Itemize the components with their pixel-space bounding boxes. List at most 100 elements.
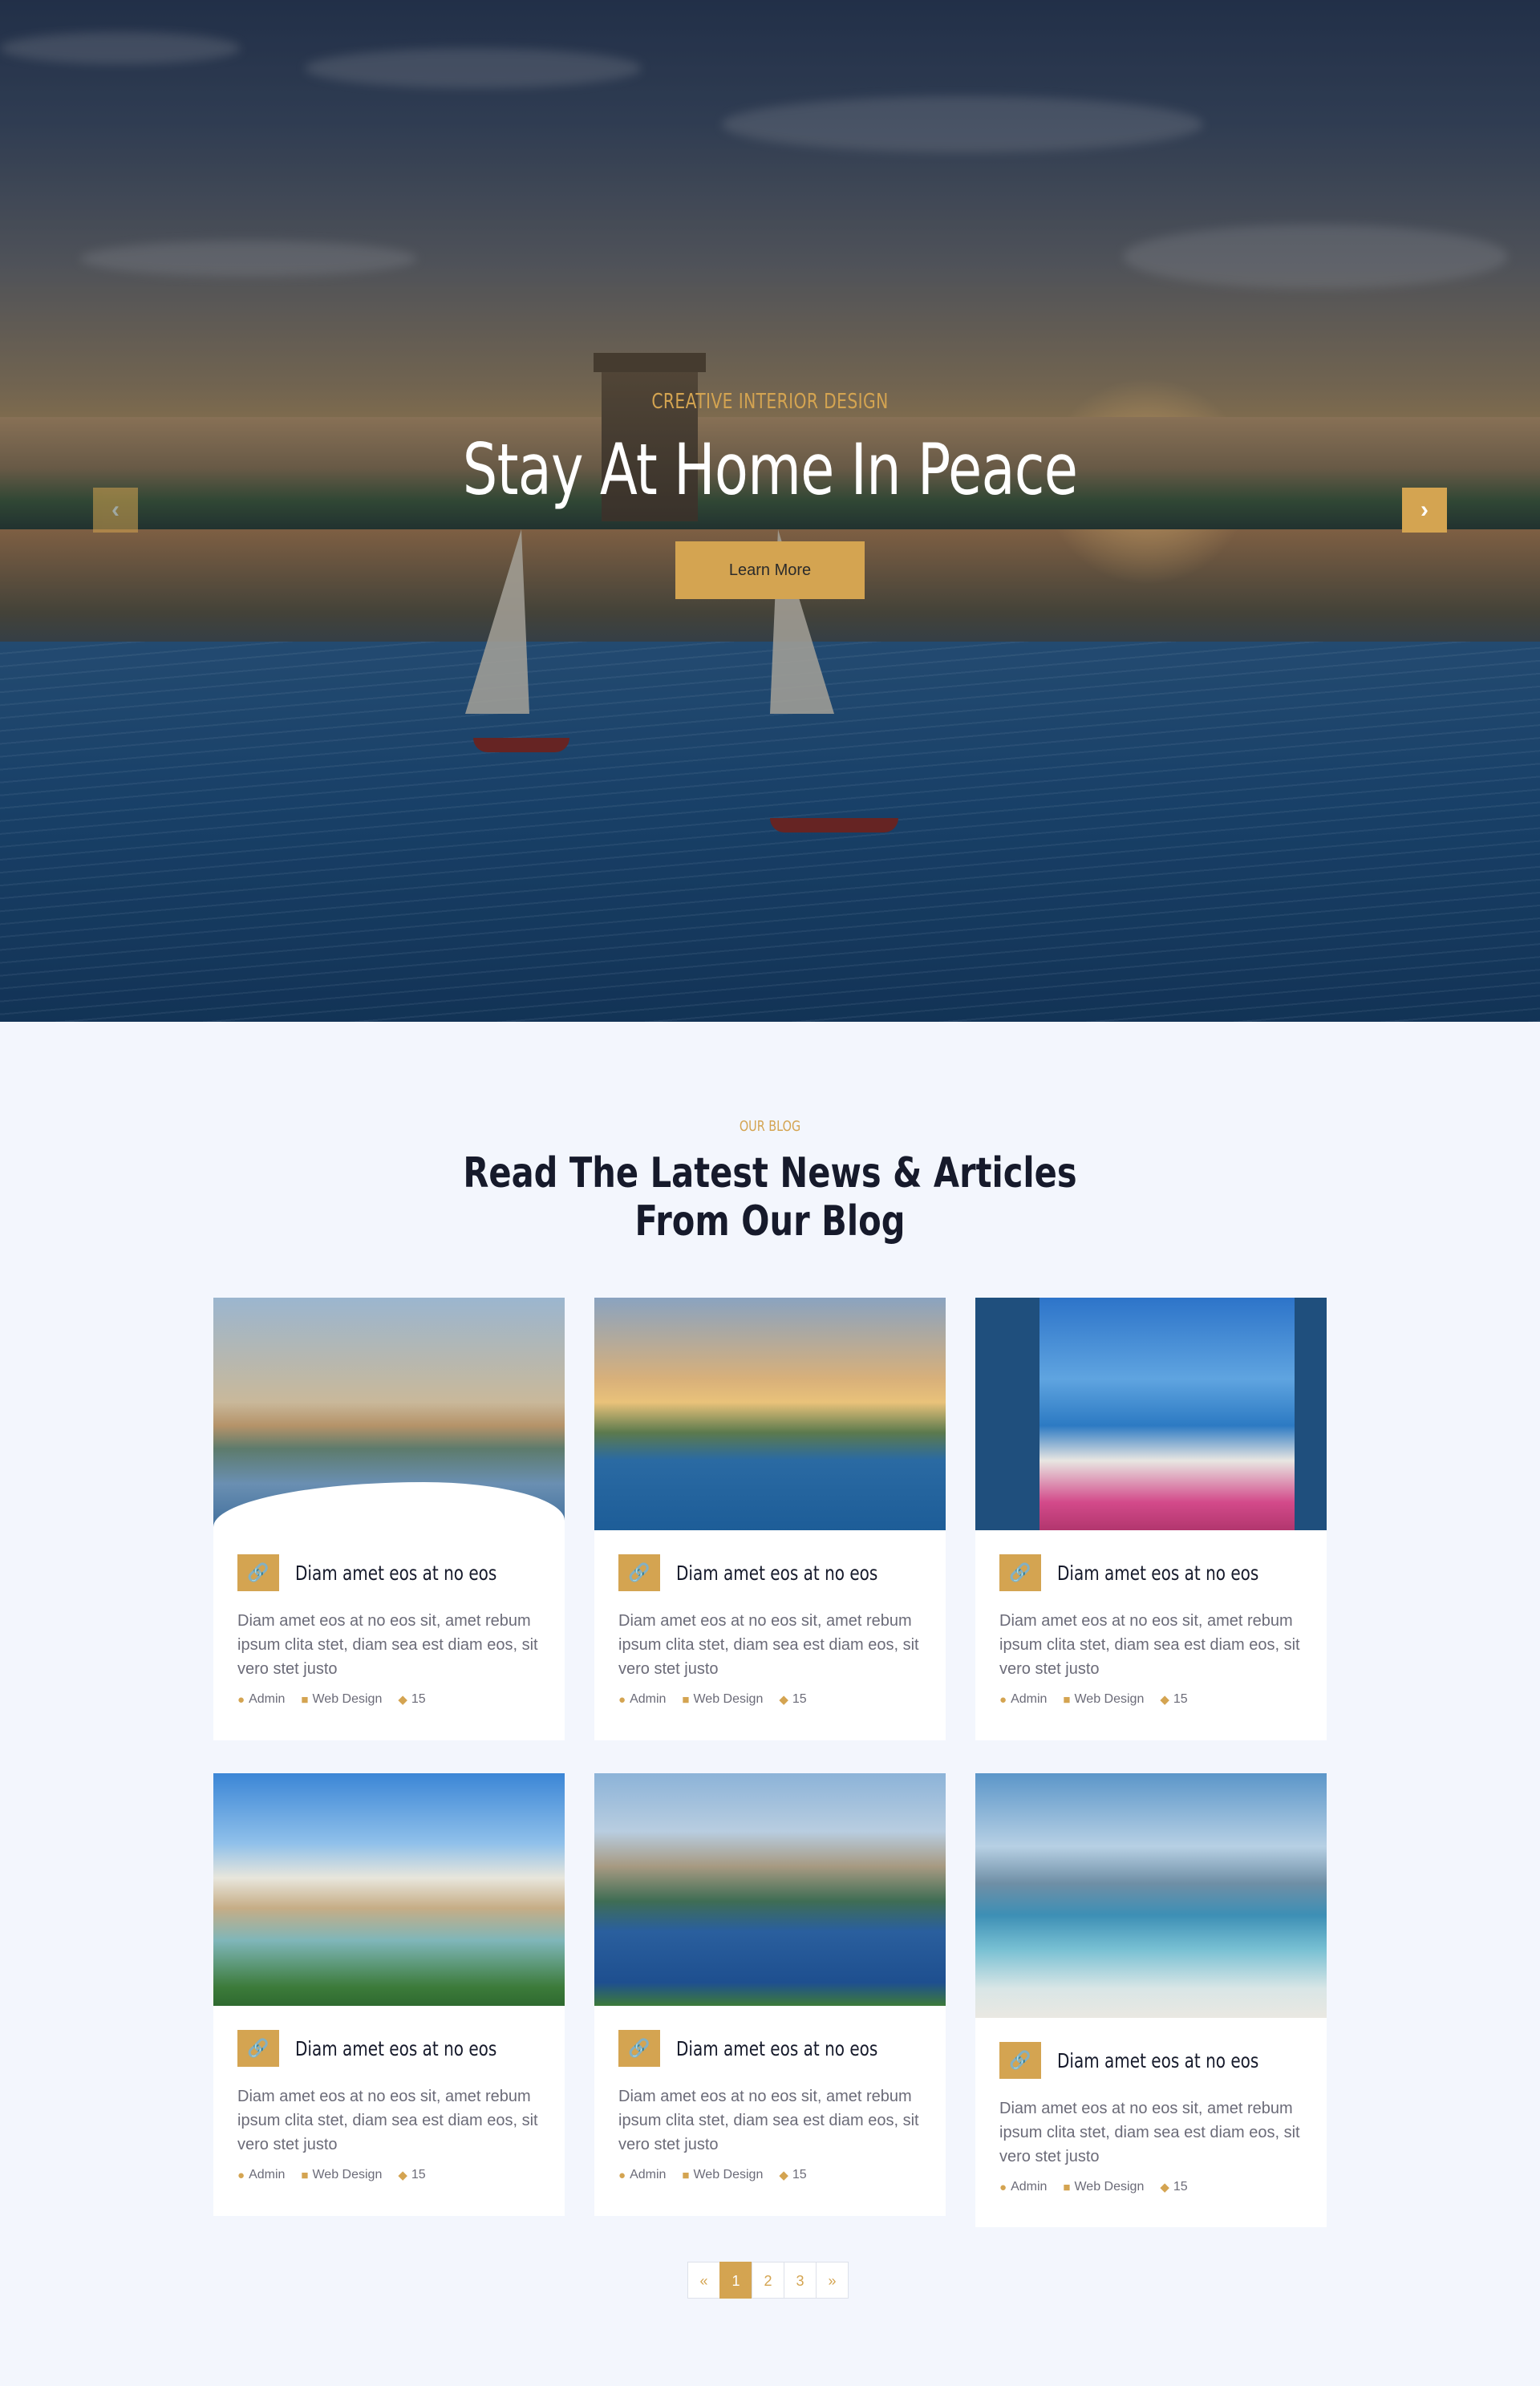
hero-title: Stay At Home In Peace: [462, 428, 1078, 511]
meta-comments[interactable]: ◆ 15: [398, 2168, 425, 2182]
category-name: Web Design: [693, 2168, 764, 2181]
meta-category[interactable]: ■ Web Design: [682, 1692, 763, 1707]
wave-shape: [213, 1482, 565, 1530]
meta-author[interactable]: ● Admin: [618, 2168, 666, 2182]
blog-card-header: 🔗 Diam amet eos at no eos: [237, 2030, 541, 2067]
meta-comments[interactable]: ◆ 15: [1160, 1692, 1187, 1707]
blog-card-title[interactable]: Diam amet eos at no eos: [295, 2037, 496, 2060]
link-icon[interactable]: 🔗: [618, 2030, 660, 2067]
blog-card-image[interactable]: [975, 1773, 1327, 2018]
comment-count: 15: [411, 2168, 426, 2181]
carousel-prev-button[interactable]: ‹: [93, 488, 138, 533]
link-icon[interactable]: 🔗: [999, 1554, 1041, 1591]
blog-card-body: 🔗 Diam amet eos at no eos Diam amet eos …: [213, 1530, 565, 1707]
link-icon[interactable]: 🔗: [237, 1554, 279, 1591]
blog-card-title[interactable]: Diam amet eos at no eos: [1057, 2049, 1258, 2072]
comment-count: 15: [1173, 1692, 1188, 1706]
blog-card-meta: ● Admin ■ Web Design ◆ 15: [237, 1692, 541, 1707]
blog-card-meta: ● Admin ■ Web Design ◆ 15: [999, 2180, 1303, 2194]
blog-card-body: 🔗 Diam amet eos at no eos Diam amet eos …: [213, 2006, 565, 2182]
meta-author[interactable]: ● Admin: [999, 1692, 1047, 1707]
blog-card-header: 🔗 Diam amet eos at no eos: [618, 1554, 922, 1591]
blog-card-title[interactable]: Diam amet eos at no eos: [676, 2037, 877, 2060]
author-name: Admin: [1011, 1692, 1048, 1706]
category-name: Web Design: [1074, 1692, 1145, 1706]
carousel-next-button[interactable]: ›: [1402, 488, 1447, 533]
comments-icon: ◆: [398, 1693, 407, 1707]
blog-card-text: Diam amet eos at no eos sit, amet rebum …: [618, 1612, 919, 1678]
page-prev-button[interactable]: «: [687, 2262, 720, 2299]
comment-count: 15: [792, 1692, 807, 1706]
author-name: Admin: [630, 2168, 667, 2181]
user-icon: ●: [999, 1692, 1007, 1707]
comments-icon: ◆: [1160, 1693, 1169, 1707]
blog-card[interactable]: 🔗 Diam amet eos at no eos Diam amet eos …: [594, 1298, 946, 1740]
section-title: Read The Latest News & Articles From Our…: [154, 1149, 1386, 1246]
blog-card-image[interactable]: [213, 1773, 565, 2006]
blog-card-image[interactable]: [594, 1298, 946, 1530]
link-icon[interactable]: 🔗: [999, 2042, 1041, 2079]
pagination: « 1 2 3 »: [687, 2262, 849, 2299]
blog-card-text: Diam amet eos at no eos sit, amet rebum …: [999, 1612, 1300, 1678]
blog-card[interactable]: 🔗 Diam amet eos at no eos Diam amet eos …: [213, 1298, 565, 1740]
blog-card-image[interactable]: [975, 1298, 1327, 1530]
comment-count: 15: [411, 1692, 426, 1706]
page-next-button[interactable]: »: [816, 2262, 849, 2299]
meta-comments[interactable]: ◆ 15: [779, 1692, 806, 1707]
meta-comments[interactable]: ◆ 15: [779, 2168, 806, 2182]
meta-comments[interactable]: ◆ 15: [398, 1692, 425, 1707]
meta-author[interactable]: ● Admin: [237, 1692, 285, 1707]
meta-comments[interactable]: ◆ 15: [1160, 2180, 1187, 2194]
blog-card-header: 🔗 Diam amet eos at no eos: [618, 2030, 922, 2067]
user-icon: ●: [618, 2168, 626, 2182]
blog-card-body: 🔗 Diam amet eos at no eos Diam amet eos …: [594, 2006, 946, 2182]
section-title-line: From Our Blog: [634, 1197, 906, 1246]
user-icon: ●: [237, 2168, 245, 2182]
author-name: Admin: [630, 1692, 667, 1706]
blog-card-header: 🔗 Diam amet eos at no eos: [999, 2042, 1303, 2079]
page-button[interactable]: 1: [719, 2262, 752, 2299]
blog-card[interactable]: 🔗 Diam amet eos at no eos Diam amet eos …: [975, 1298, 1327, 1740]
chevron-left-icon: ‹: [111, 496, 120, 523]
meta-category[interactable]: ■ Web Design: [301, 1692, 382, 1707]
window-shutter: [1295, 1298, 1327, 1530]
window-shutter: [975, 1298, 1040, 1530]
link-icon[interactable]: 🔗: [237, 2030, 279, 2067]
category-name: Web Design: [312, 2168, 383, 2181]
link-icon[interactable]: 🔗: [618, 1554, 660, 1591]
meta-category[interactable]: ■ Web Design: [301, 2168, 382, 2182]
blog-card-meta: ● Admin ■ Web Design ◆ 15: [618, 2168, 922, 2182]
blog-card-image[interactable]: [213, 1298, 565, 1530]
blog-card-body: 🔗 Diam amet eos at no eos Diam amet eos …: [975, 2018, 1327, 2194]
user-icon: ●: [237, 1692, 245, 1707]
blog-card-title[interactable]: Diam amet eos at no eos: [676, 1562, 877, 1585]
blog-card-title[interactable]: Diam amet eos at no eos: [1057, 1562, 1258, 1585]
hero-caption: CREATIVE INTERIOR DESIGN Stay At Home In…: [0, 390, 1540, 599]
blog-card[interactable]: 🔗 Diam amet eos at no eos Diam amet eos …: [213, 1773, 565, 2216]
blog-card-text: Diam amet eos at no eos sit, amet rebum …: [237, 2088, 538, 2153]
meta-author[interactable]: ● Admin: [618, 1692, 666, 1707]
meta-author[interactable]: ● Admin: [237, 2168, 285, 2182]
category-name: Web Design: [1074, 2180, 1145, 2194]
learn-more-button[interactable]: Learn More: [675, 541, 865, 599]
page-button[interactable]: 3: [784, 2262, 817, 2299]
folder-icon: ■: [301, 1692, 309, 1707]
blog-card-text: Diam amet eos at no eos sit, amet rebum …: [999, 2100, 1300, 2165]
comments-icon: ◆: [779, 2169, 788, 2182]
comments-icon: ◆: [779, 1693, 788, 1707]
blog-card[interactable]: 🔗 Diam amet eos at no eos Diam amet eos …: [594, 1773, 946, 2216]
blog-card-title[interactable]: Diam amet eos at no eos: [295, 1562, 496, 1585]
meta-category[interactable]: ■ Web Design: [1063, 1692, 1144, 1707]
blog-card-image[interactable]: [594, 1773, 946, 2006]
folder-icon: ■: [301, 2168, 309, 2182]
author-name: Admin: [1011, 2180, 1048, 2194]
blog-card-body: 🔗 Diam amet eos at no eos Diam amet eos …: [975, 1530, 1327, 1707]
page-button[interactable]: 2: [752, 2262, 784, 2299]
blog-card-header: 🔗 Diam amet eos at no eos: [999, 1554, 1303, 1591]
comments-icon: ◆: [1160, 2181, 1169, 2194]
meta-author[interactable]: ● Admin: [999, 2180, 1047, 2194]
meta-category[interactable]: ■ Web Design: [682, 2168, 763, 2182]
blog-card[interactable]: 🔗 Diam amet eos at no eos Diam amet eos …: [975, 1773, 1327, 2227]
meta-category[interactable]: ■ Web Design: [1063, 2180, 1144, 2194]
section-title-line: Read The Latest News & Articles: [463, 1149, 1077, 1197]
